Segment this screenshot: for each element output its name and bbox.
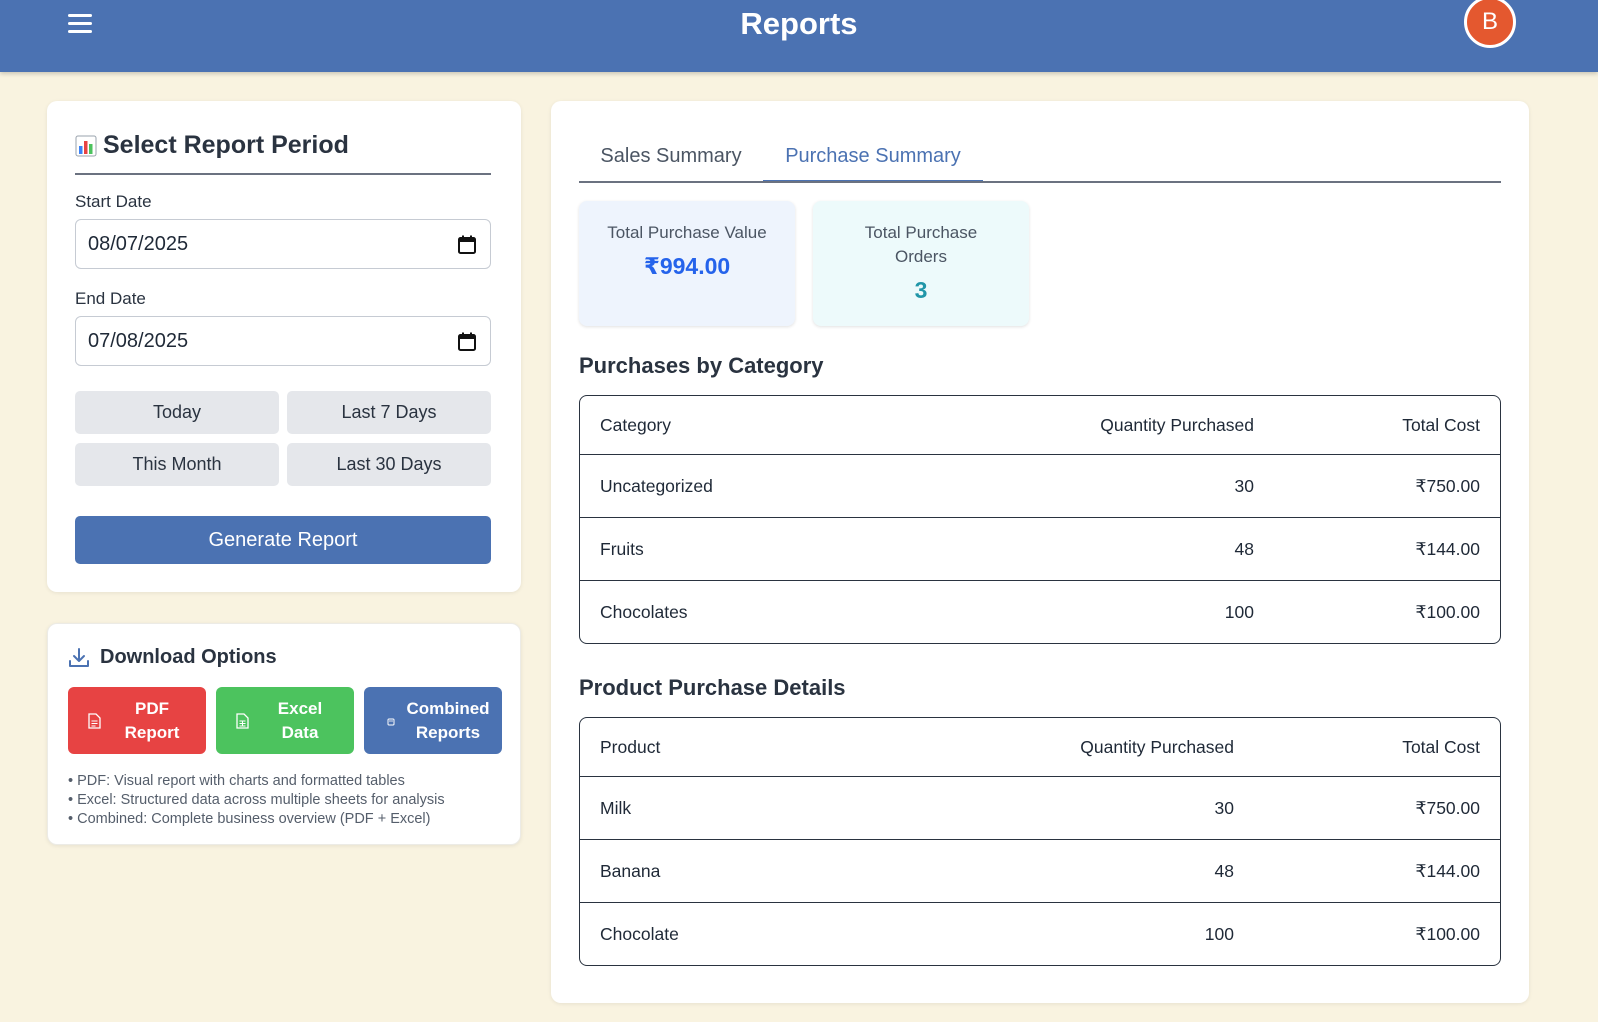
document-icon (88, 713, 101, 729)
total-purchase-orders-label-1: Total Purchase (864, 223, 978, 242)
column-header: Product (600, 736, 661, 757)
cost-cell: ₹100.00 (1415, 923, 1480, 944)
this-month-button[interactable]: This Month (75, 443, 279, 486)
tabs-divider (579, 181, 1501, 183)
bar-chart-icon (75, 135, 97, 156)
report-period-card: Select Report Period Start Date 08/07/20… (47, 101, 521, 592)
quantity-cell: 48 (1214, 860, 1234, 881)
excel-data-button[interactable]: Excel Data (216, 687, 354, 754)
cost-cell: ₹750.00 (1415, 475, 1480, 496)
pdf-report-label: PDF Report (102, 697, 202, 745)
total-purchase-orders: 3 (914, 277, 928, 303)
report-period-heading: Select Report Period (75, 131, 349, 160)
note-excel: • Excel: Structured data across multiple… (68, 792, 445, 808)
column-header: Quantity Purchased (1080, 736, 1234, 757)
total-purchase-value: ₹994.00 (643, 253, 731, 279)
table-row: Chocolate 100 ₹100.00 (580, 902, 1500, 965)
cost-cell: ₹750.00 (1415, 797, 1480, 818)
cost-cell: ₹144.00 (1415, 860, 1480, 881)
combined-label-line1: Combined (406, 699, 490, 718)
download-notes: • PDF: Visual report with charts and for… (68, 772, 445, 829)
total-purchase-orders-card: Total Purchase Orders 3 (813, 201, 1029, 326)
table-header-row: Category Quantity Purchased Total Cost (580, 396, 1500, 454)
table-row: Milk 30 ₹750.00 (580, 776, 1500, 839)
archive-icon (387, 718, 395, 726)
quantity-cell: 30 (1234, 475, 1254, 496)
total-purchase-value-card: Total Purchase Value ₹994.00 (579, 201, 795, 326)
download-icon (69, 647, 89, 667)
combined-reports-label: Combined Reports (398, 697, 498, 745)
last-7-days-button[interactable]: Last 7 Days (287, 391, 491, 434)
purchases-by-category-title: Purchases by Category (579, 353, 824, 378)
period-divider (75, 173, 491, 175)
column-header: Quantity Purchased (1100, 414, 1254, 435)
spreadsheet-icon (236, 713, 249, 729)
end-date-value: 07/08/2025 (88, 329, 189, 352)
quantity-cell: 100 (1224, 601, 1254, 622)
product-cell: Milk (600, 797, 632, 818)
end-date-label: End Date (75, 289, 146, 308)
category-cell: Uncategorized (600, 475, 713, 496)
page-title: Reports (740, 6, 858, 41)
note-pdf: • PDF: Visual report with charts and for… (68, 773, 405, 789)
product-purchase-details-title: Product Purchase Details (579, 675, 846, 700)
quantity-cell: 48 (1234, 538, 1254, 559)
start-date-input[interactable]: 08/07/2025 (75, 219, 491, 269)
calendar-icon[interactable] (458, 332, 476, 351)
combined-reports-button[interactable]: Combined Reports (364, 687, 502, 754)
download-options-heading: Download Options (68, 646, 277, 669)
pdf-report-button[interactable]: PDF Report (68, 687, 206, 754)
product-table: Product Quantity Purchased Total Cost Mi… (579, 717, 1501, 966)
total-purchase-orders-label-2: Orders (895, 247, 947, 266)
category-table: Category Quantity Purchased Total Cost U… (579, 395, 1501, 644)
summary-card: Sales Summary Purchase Summary Total Pur… (551, 101, 1529, 1003)
start-date-value: 08/07/2025 (88, 232, 189, 255)
excel-data-label: Excel Data (250, 697, 350, 745)
cost-cell: ₹100.00 (1415, 601, 1480, 622)
table-row: Banana 48 ₹144.00 (580, 839, 1500, 902)
pdf-label-line1: PDF (135, 699, 169, 718)
table-row: Chocolates 100 ₹100.00 (580, 580, 1500, 643)
column-header: Total Cost (1402, 414, 1480, 435)
cost-cell: ₹144.00 (1415, 538, 1480, 559)
top-app-bar: Reports B (0, 0, 1598, 72)
quantity-cell: 100 (1204, 923, 1234, 944)
tab-sales-summary[interactable]: Sales Summary (579, 139, 763, 183)
excel-label-line1: Excel (277, 699, 323, 718)
tab-purchase-summary[interactable]: Purchase Summary (763, 139, 983, 183)
pdf-label-line2: Report (124, 723, 180, 742)
column-header: Category (600, 414, 672, 435)
quantity-cell: 30 (1214, 797, 1234, 818)
report-period-title: Select Report Period (103, 131, 349, 159)
table-header-row: Product Quantity Purchased Total Cost (580, 718, 1500, 776)
calendar-icon[interactable] (458, 235, 476, 254)
start-date-label: Start Date (75, 192, 152, 211)
download-options-card: Download Options PDF Report Excel Data C… (47, 623, 521, 845)
column-header: Total Cost (1402, 736, 1480, 757)
category-cell: Fruits (600, 538, 644, 559)
table-row: Fruits 48 ₹144.00 (580, 517, 1500, 580)
table-row: Uncategorized 30 ₹750.00 (580, 454, 1500, 517)
generate-report-button[interactable]: Generate Report (75, 516, 491, 564)
end-date-input[interactable]: 07/08/2025 (75, 316, 491, 366)
product-cell: Banana (600, 860, 661, 881)
today-button[interactable]: Today (75, 391, 279, 434)
total-purchase-value-label: Total Purchase Value (607, 223, 767, 242)
note-combined: • Combined: Complete business overview (… (68, 811, 431, 827)
last-30-days-button[interactable]: Last 30 Days (287, 443, 491, 486)
download-options-title: Download Options (100, 646, 277, 668)
category-cell: Chocolates (600, 601, 688, 622)
product-cell: Chocolate (600, 923, 679, 944)
combined-label-line2: Reports (415, 723, 481, 742)
excel-label-line2: Data (281, 723, 319, 742)
